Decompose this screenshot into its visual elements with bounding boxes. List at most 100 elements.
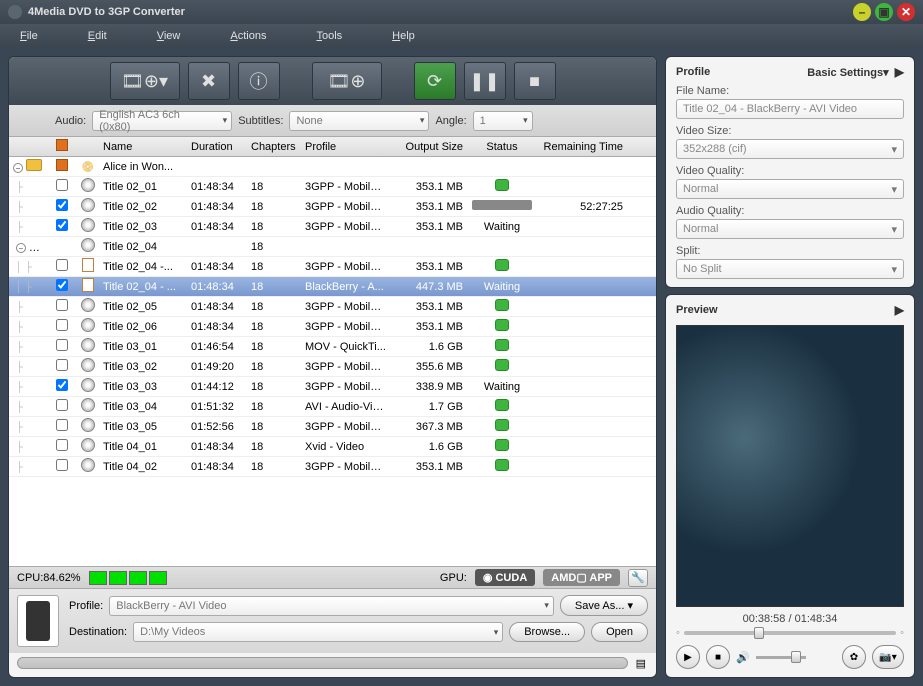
play-button[interactable]: ▶ <box>676 645 700 669</box>
basic-settings-dropdown[interactable]: Basic Settings▾ <box>807 66 888 79</box>
table-row[interactable]: ├Title 02_0301:48:34183GPP - Mobile ...3… <box>9 217 656 237</box>
stop-preview-button[interactable]: ■ <box>706 645 730 669</box>
cell-name: Title 02_04 - ... <box>99 281 187 293</box>
col-status[interactable]: Status <box>467 141 537 153</box>
profile-combo[interactable]: BlackBerry - AVI Video <box>109 596 554 616</box>
table-row[interactable]: ├Title 04_0201:48:34183GPP - Mobile ...3… <box>9 457 656 477</box>
cell-chapters: 18 <box>247 201 301 213</box>
row-checkbox[interactable] <box>56 459 68 471</box>
row-checkbox[interactable] <box>56 379 68 391</box>
cell-size: 353.1 MB <box>391 181 467 193</box>
table-row[interactable]: − 📀Alice in Won... <box>9 157 656 177</box>
seek-start-icon[interactable]: ◦ <box>676 627 680 639</box>
preview-expand-icon[interactable]: ▶ <box>895 303 904 317</box>
gpu-label: GPU: <box>440 572 467 584</box>
row-checkbox[interactable] <box>56 199 68 211</box>
row-checkbox[interactable] <box>56 279 68 291</box>
cell-profile: 3GPP - Mobile ... <box>301 221 391 233</box>
list-toggle-icon[interactable]: ▤ <box>636 657 646 670</box>
row-checkbox[interactable] <box>56 259 68 271</box>
open-button[interactable]: Open <box>591 622 648 642</box>
info-button[interactable]: ⓘ <box>238 62 280 100</box>
snapshot-settings-button[interactable]: ✿ <box>842 645 866 669</box>
audio-combo[interactable]: English AC3 6ch (0x80) <box>92 111 232 131</box>
table-row[interactable]: ├Title 03_0501:52:56183GPP - Mobile ...3… <box>9 417 656 437</box>
profile-panel: Profile Basic Settings▾ ▶ File Name: Tit… <box>665 56 915 288</box>
col-name[interactable]: Name <box>99 141 187 153</box>
collapse-icon[interactable]: − <box>13 163 23 173</box>
destination-combo[interactable]: D:\My Videos <box>133 622 503 642</box>
col-duration[interactable]: Duration <box>187 141 247 153</box>
vquality-label: Video Quality: <box>676 165 904 177</box>
row-checkbox[interactable] <box>56 439 68 451</box>
row-checkbox[interactable] <box>56 179 68 191</box>
table-row[interactable]: ├Title 03_0301:44:12183GPP - Mobile ...3… <box>9 377 656 397</box>
row-checkbox[interactable] <box>56 319 68 331</box>
seek-slider[interactable] <box>684 631 896 635</box>
table-row[interactable]: ├Title 02_0601:48:34183GPP - Mobile ...3… <box>9 317 656 337</box>
close-button[interactable]: ✕ <box>897 3 915 21</box>
table-row[interactable]: ├Title 03_0101:46:5418MOV - QuickTi...1.… <box>9 337 656 357</box>
add-files-button[interactable]: 🎞⊕▾ <box>110 62 180 100</box>
volume-slider[interactable] <box>756 656 806 659</box>
row-checkbox[interactable] <box>56 219 68 231</box>
menu-file[interactable]: File <box>20 30 38 42</box>
pause-button[interactable]: ❚❚ <box>464 62 506 100</box>
menu-help[interactable]: Help <box>392 30 415 42</box>
menu-edit[interactable]: Edit <box>88 30 107 42</box>
row-checkbox[interactable] <box>56 159 68 171</box>
row-checkbox[interactable] <box>56 399 68 411</box>
table-row[interactable]: − Title 02_0418 <box>9 237 656 257</box>
menu-view[interactable]: View <box>157 30 181 42</box>
col-remaining[interactable]: Remaining Time <box>537 141 627 153</box>
status-ready-icon <box>495 179 509 191</box>
filename-input[interactable]: Title 02_04 - BlackBerry - AVI Video <box>676 99 904 119</box>
stop-button[interactable]: ■ <box>514 62 556 100</box>
preview-video[interactable] <box>676 325 904 607</box>
menu-tools[interactable]: Tools <box>316 30 342 42</box>
table-row[interactable]: ├Title 03_0401:51:3218AVI - Audio-Vid...… <box>9 397 656 417</box>
split-combo[interactable]: No Split <box>676 259 904 279</box>
save-as-button[interactable]: Save As... ▾ <box>560 595 648 616</box>
seek-end-icon[interactable]: ◦ <box>900 627 904 639</box>
aquality-combo[interactable]: Normal <box>676 219 904 239</box>
table-row[interactable]: ├Title 02_0101:48:34183GPP - Mobile ...3… <box>9 177 656 197</box>
row-checkbox[interactable] <box>56 419 68 431</box>
cell-profile: MOV - QuickTi... <box>301 341 391 353</box>
minimize-button[interactable]: – <box>853 3 871 21</box>
table-row[interactable]: ├Title 03_0201:49:20183GPP - Mobile ...3… <box>9 357 656 377</box>
collapse-icon[interactable]: − <box>16 243 26 253</box>
cell-profile: AVI - Audio-Vid... <box>301 401 391 413</box>
angle-combo[interactable]: 1 <box>473 111 533 131</box>
vquality-combo[interactable]: Normal <box>676 179 904 199</box>
profile-expand-icon[interactable]: ▶ <box>895 65 904 79</box>
browse-button[interactable]: Browse... <box>509 622 585 642</box>
table-row[interactable]: │ ├Title 02_04 -...01:48:34183GPP - Mobi… <box>9 257 656 277</box>
table-row[interactable]: ├Title 02_0201:48:34183GPP - Mobile ...3… <box>9 197 656 217</box>
table-row[interactable]: ├Title 02_0501:48:34183GPP - Mobile ...3… <box>9 297 656 317</box>
cell-name: Title 02_04 -... <box>99 261 187 273</box>
row-checkbox[interactable] <box>56 299 68 311</box>
videosize-combo[interactable]: 352x288 (cif) <box>676 139 904 159</box>
disc-icon <box>81 358 95 372</box>
settings-gear-icon[interactable]: 🔧 <box>628 569 648 587</box>
col-chapters[interactable]: Chapters <box>247 141 301 153</box>
subtitles-combo[interactable]: None <box>289 111 429 131</box>
col-profile[interactable]: Profile <box>301 141 391 153</box>
convert-button[interactable]: ⟳ <box>414 62 456 100</box>
cell-duration: 01:48:34 <box>187 221 247 233</box>
volume-icon[interactable]: 🔊 <box>736 651 750 664</box>
remove-button[interactable]: ✖ <box>188 62 230 100</box>
table-row[interactable]: ├Title 04_0101:48:3418Xvid - Video1.6 GB <box>9 437 656 457</box>
menu-actions[interactable]: Actions <box>230 30 266 42</box>
row-checkbox[interactable] <box>56 359 68 371</box>
row-checkbox[interactable] <box>56 339 68 351</box>
folder-icon <box>26 159 42 171</box>
table-row[interactable]: │ ├Title 02_04 - ...01:48:3418BlackBerry… <box>9 277 656 297</box>
col-size[interactable]: Output Size <box>391 141 467 153</box>
snapshot-button[interactable]: 📷▾ <box>872 645 904 669</box>
select-all-checkbox[interactable] <box>56 139 68 151</box>
add-profile-button[interactable]: 🎞⊕ <box>312 62 382 100</box>
maximize-button[interactable]: ▣ <box>875 3 893 21</box>
cell-chapters: 18 <box>247 301 301 313</box>
